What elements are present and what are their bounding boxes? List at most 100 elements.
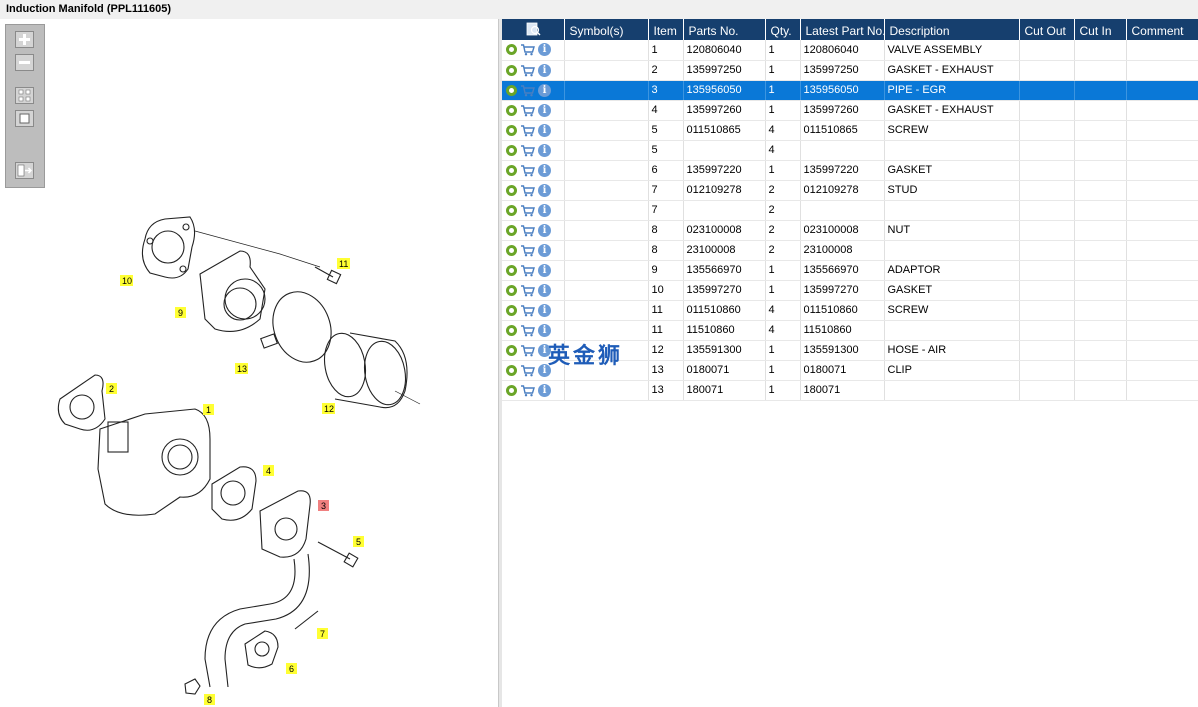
gear-icon[interactable] <box>506 244 517 256</box>
column-header-comment[interactable]: Comment <box>1126 19 1198 40</box>
table-row[interactable]: i 5 011510865 4 011510865 SCREW <box>502 120 1198 141</box>
part-no-cell <box>683 200 766 221</box>
cart-icon[interactable] <box>520 284 535 297</box>
callout-9[interactable]: 9 <box>175 307 186 318</box>
info-icon[interactable]: i <box>538 203 551 217</box>
gear-icon[interactable] <box>506 124 517 136</box>
gear-icon[interactable] <box>506 384 517 396</box>
gear-icon[interactable] <box>506 304 517 316</box>
cart-icon[interactable] <box>520 204 535 217</box>
cart-icon[interactable] <box>520 304 535 317</box>
callout-5[interactable]: 5 <box>353 536 364 547</box>
cart-icon[interactable] <box>520 84 535 97</box>
column-header-latest-part-no[interactable]: Latest Part No. <box>800 19 885 40</box>
info-icon[interactable]: i <box>538 223 551 237</box>
callout-8[interactable]: 8 <box>204 694 215 705</box>
cart-icon[interactable] <box>520 104 535 117</box>
cart-icon[interactable] <box>520 184 535 197</box>
table-row[interactable]: i 7 2 <box>502 200 1198 221</box>
gear-icon[interactable] <box>506 364 517 376</box>
part-no-cell: 135997220 <box>683 160 766 181</box>
info-icon[interactable]: i <box>538 103 551 117</box>
callout-13[interactable]: 13 <box>235 363 248 374</box>
table-row[interactable]: i 7 012109278 2 012109278 STUD <box>502 180 1198 201</box>
cart-icon[interactable] <box>520 344 535 357</box>
info-icon[interactable]: i <box>538 383 551 397</box>
info-icon[interactable]: i <box>538 283 551 297</box>
column-header-parts-no[interactable]: Parts No. <box>683 19 766 40</box>
table-row[interactable]: i 10 135997270 1 135997270 GASKET <box>502 280 1198 301</box>
callout-1[interactable]: 1 <box>203 404 214 415</box>
cart-icon[interactable] <box>520 364 535 377</box>
gear-icon[interactable] <box>506 284 517 296</box>
column-header-item[interactable]: Item <box>648 19 684 40</box>
gear-icon[interactable] <box>506 44 517 56</box>
callout-7[interactable]: 7 <box>317 628 328 639</box>
cart-icon[interactable] <box>520 324 535 337</box>
info-icon[interactable]: i <box>538 243 551 257</box>
info-icon[interactable]: i <box>538 183 551 197</box>
cart-icon[interactable] <box>520 144 535 157</box>
info-icon[interactable]: i <box>538 303 551 317</box>
cart-icon[interactable] <box>520 244 535 257</box>
table-row[interactable]: i 4 135997260 1 135997260 GASKET - EXHAUST <box>502 100 1198 121</box>
info-icon[interactable]: i <box>538 123 551 137</box>
callout-12[interactable]: 12 <box>322 403 335 414</box>
gear-icon[interactable] <box>506 104 517 116</box>
callout-4[interactable]: 4 <box>263 465 274 476</box>
cart-icon[interactable] <box>520 164 535 177</box>
info-icon[interactable]: i <box>538 63 551 77</box>
gear-icon[interactable] <box>506 64 517 76</box>
table-row[interactable]: i 3 135956050 1 135956050 PIPE - EGR <box>502 80 1198 101</box>
svg-text:6: 6 <box>289 664 294 674</box>
info-icon[interactable]: i <box>538 263 551 277</box>
qty-cell: 2 <box>765 180 801 201</box>
info-icon[interactable]: i <box>538 43 551 57</box>
table-row[interactable]: i 8 023100008 2 023100008 NUT <box>502 220 1198 241</box>
gear-icon[interactable] <box>506 144 517 156</box>
gear-icon[interactable] <box>506 184 517 196</box>
column-header-cut-out[interactable]: Cut Out <box>1019 19 1075 40</box>
cart-icon[interactable] <box>520 124 535 137</box>
gear-icon[interactable] <box>506 84 517 96</box>
cut-in-cell <box>1074 160 1127 181</box>
info-icon[interactable]: i <box>538 83 551 97</box>
table-row[interactable]: i 5 4 <box>502 140 1198 161</box>
callout-2[interactable]: 2 <box>106 383 117 394</box>
column-header-cut-in[interactable]: Cut In <box>1074 19 1127 40</box>
gear-icon[interactable] <box>506 204 517 216</box>
gear-icon[interactable] <box>506 344 517 356</box>
table-row[interactable]: i 1 120806040 1 120806040 VALVE ASSEMBLY <box>502 40 1198 61</box>
callout-3[interactable]: 3 <box>318 500 329 511</box>
column-header-symbols[interactable]: Symbol(s) <box>564 19 649 40</box>
cart-icon[interactable] <box>520 264 535 277</box>
exploded-diagram[interactable]: 10 9 11 13 12 2 1 4 3 5 7 6 8 <box>0 19 499 707</box>
table-row[interactable]: i 13 180071 1 180071 <box>502 380 1198 401</box>
table-row[interactable]: i 6 135997220 1 135997220 GASKET <box>502 160 1198 181</box>
table-row[interactable]: i 11 11510860 4 11510860 <box>502 320 1198 341</box>
table-row[interactable]: i 11 011510860 4 011510860 SCREW <box>502 300 1198 321</box>
gear-icon[interactable] <box>506 264 517 276</box>
gear-icon[interactable] <box>506 164 517 176</box>
gear-icon[interactable] <box>506 224 517 236</box>
part-no-cell: 11510860 <box>683 320 766 341</box>
callout-11[interactable]: 11 <box>337 258 350 269</box>
column-header-qty[interactable]: Qty. <box>765 19 801 40</box>
cart-icon[interactable] <box>520 224 535 237</box>
table-row[interactable]: i 8 23100008 2 23100008 <box>502 240 1198 261</box>
info-icon[interactable]: i <box>538 163 551 177</box>
column-header-tools[interactable] <box>502 19 565 40</box>
column-header-description[interactable]: Description <box>884 19 1020 40</box>
info-icon[interactable]: i <box>538 143 551 157</box>
diagram-pane[interactable]: 10 9 11 13 12 2 1 4 3 5 7 6 8 <box>0 19 499 707</box>
table-row[interactable]: i 2 135997250 1 135997250 GASKET - EXHAUST <box>502 60 1198 81</box>
info-icon[interactable]: i <box>538 323 551 337</box>
cart-icon[interactable] <box>520 43 535 56</box>
cart-icon[interactable] <box>520 384 535 397</box>
callout-10[interactable]: 10 <box>120 275 133 286</box>
callout-6[interactable]: 6 <box>286 663 297 674</box>
item-cell: 9 <box>648 260 684 281</box>
table-row[interactable]: i 9 135566970 1 135566970 ADAPTOR <box>502 260 1198 281</box>
cart-icon[interactable] <box>520 64 535 77</box>
gear-icon[interactable] <box>506 324 517 336</box>
